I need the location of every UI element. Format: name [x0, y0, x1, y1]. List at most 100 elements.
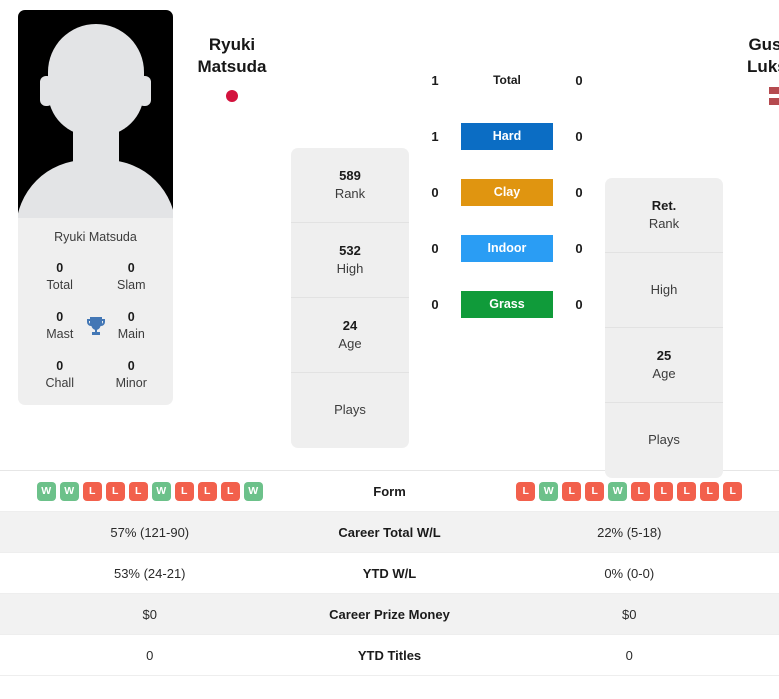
- right-stat-rank: Ret. Rank: [605, 178, 723, 253]
- row-label-ytd-titles: YTD Titles: [357, 647, 422, 663]
- right-form-cell: LWLLWLLLLL: [480, 481, 779, 501]
- stat-label: Plays: [648, 432, 680, 448]
- surface-row-hard: 1 Hard 0: [409, 122, 605, 150]
- form-badge-win: W: [151, 481, 171, 501]
- right-player-name-line1: Gustavs: [748, 35, 779, 54]
- stat-label: Age: [338, 336, 362, 351]
- form-badge-loss: L: [197, 481, 217, 501]
- surface-row-total: 1 Total 0: [409, 66, 605, 94]
- titles-label: Chall: [45, 376, 75, 391]
- titles-value: 0: [127, 359, 135, 374]
- left-surface-clay-wins: 0: [431, 184, 439, 200]
- form-badge-loss: L: [677, 481, 697, 501]
- form-badge-loss: L: [128, 481, 148, 501]
- right-career-prize-money: $0: [622, 606, 637, 622]
- row-label-career-total-wl: Career Total W/L: [338, 524, 441, 540]
- left-form-strip: WWLLLWLLLW: [36, 481, 263, 501]
- stat-label: Age: [652, 366, 676, 381]
- stat-label: Rank: [648, 216, 680, 231]
- form-badge-win: W: [539, 481, 559, 501]
- form-badge-loss: L: [562, 481, 582, 501]
- avatar-silhouette-icon: [47, 24, 144, 136]
- latvia-flag-icon: [769, 87, 779, 106]
- stat-value: 532: [339, 242, 361, 258]
- stat-value: 25: [656, 347, 672, 363]
- table-row: $0 Career Prize Money $0: [0, 594, 779, 635]
- left-player-name-line2: Matsuda: [197, 56, 267, 76]
- right-surface-hard-wins: 0: [575, 128, 583, 144]
- left-titles-card: Ryuki Matsuda 0 Total 0 Slam 0 Mast 0 Ma…: [18, 218, 173, 406]
- left-stat-high: 532 High: [291, 223, 409, 298]
- trophy-icon: [84, 314, 108, 338]
- left-player-photo[interactable]: [18, 10, 173, 218]
- table-row: 0 YTD Titles 0: [0, 635, 779, 676]
- titles-label: Slam: [117, 277, 146, 292]
- stat-label: Rank: [334, 186, 366, 201]
- form-badge-loss: L: [585, 481, 605, 501]
- japan-flag-circle: [226, 90, 238, 103]
- left-player-caption: Ryuki Matsuda: [54, 230, 137, 244]
- right-surface-grass-wins: 0: [575, 296, 583, 312]
- surface-label-total: Total: [493, 73, 521, 87]
- titles-stat: 0 Slam: [96, 260, 168, 293]
- stat-value: Ret.: [651, 197, 677, 213]
- left-stat-card: 589 Rank 532 High 24 Age Plays: [291, 148, 409, 448]
- row-label-career-prize-money: Career Prize Money: [329, 606, 450, 622]
- left-career-total-wl: 57% (121-90): [110, 524, 190, 540]
- surface-breakdown: 1 Total 0 1 Hard 0 0 Clay 0 0 Indoor 0 0: [409, 10, 605, 318]
- surface-row-grass: 0 Grass 0: [409, 290, 605, 318]
- form-badge-win: W: [59, 481, 79, 501]
- right-surface-total-wins: 0: [575, 72, 583, 88]
- surface-label-hard[interactable]: Hard: [461, 122, 553, 150]
- left-surface-indoor-wins: 0: [431, 240, 439, 256]
- right-career-total-wl: 22% (5-18): [597, 524, 662, 540]
- left-stat-age: 24 Age: [291, 298, 409, 373]
- avatar-ear-right: [138, 76, 151, 106]
- form-badge-win: W: [36, 481, 56, 501]
- form-badge-win: W: [608, 481, 628, 501]
- form-badge-loss: L: [723, 481, 743, 501]
- table-row: 57% (121-90) Career Total W/L 22% (5-18): [0, 512, 779, 553]
- stat-value: 24: [342, 317, 358, 333]
- titles-stat: 0 Total: [24, 260, 96, 293]
- form-badge-loss: L: [654, 481, 674, 501]
- titles-label: Total: [46, 277, 73, 292]
- surface-label-clay[interactable]: Clay: [461, 178, 553, 206]
- surface-label-grass[interactable]: Grass: [461, 290, 553, 318]
- right-ytd-titles: 0: [625, 647, 633, 663]
- surface-row-clay: 0 Clay 0: [409, 178, 605, 206]
- latvia-flag-bar-bottom: [769, 98, 779, 106]
- row-label-form: Form: [373, 483, 406, 499]
- right-player-name-block: Gustavs Lukstins: [723, 10, 779, 106]
- surface-label-indoor[interactable]: Indoor: [461, 234, 553, 262]
- left-player-name-block: Ryuki Matsuda: [173, 10, 291, 106]
- left-surface-hard-wins: 1: [431, 128, 439, 144]
- form-badge-loss: L: [82, 481, 102, 501]
- form-badge-loss: L: [631, 481, 651, 501]
- japan-flag-icon: [219, 87, 245, 106]
- titles-value: 0: [56, 261, 64, 275]
- right-stat-plays: Plays: [605, 403, 723, 478]
- titles-label: Minor: [115, 376, 147, 391]
- left-stat-plays: Plays: [291, 373, 409, 448]
- table-row: 53% (24-21) YTD W/L 0% (0-0): [0, 553, 779, 594]
- right-stat-card: Ret. Rank High 25 Age Plays: [605, 178, 723, 478]
- left-ytd-wl: 53% (24-21): [113, 565, 186, 581]
- comparison-header: Ryuki Matsuda 0 Total 0 Slam 0 Mast 0 Ma…: [0, 0, 779, 478]
- left-titles-grid: 0 Total 0 Slam 0 Mast 0 Main 0 Chall 0 M…: [24, 260, 167, 391]
- left-form-cell: WWLLLWLLLW: [0, 481, 300, 501]
- right-ytd-wl: 0% (0-0): [604, 565, 655, 581]
- titles-stat: 0 Chall: [24, 358, 96, 391]
- row-label-ytd-wl: YTD W/L: [362, 565, 417, 581]
- left-ytd-titles: 0: [146, 647, 154, 663]
- avatar-ear-left: [40, 76, 53, 106]
- stat-value: 589: [339, 167, 361, 183]
- titles-value: 0: [56, 359, 64, 374]
- comparison-table: WWLLLWLLLW Form LWLLWLLLLL 57% (121-90) …: [0, 470, 779, 676]
- form-badge-win: W: [243, 481, 263, 501]
- latvia-flag-bar-top: [769, 87, 779, 95]
- right-stat-high: High: [605, 253, 723, 328]
- stat-label: High: [336, 261, 364, 276]
- form-badge-loss: L: [174, 481, 194, 501]
- left-surface-total-wins: 1: [431, 72, 439, 88]
